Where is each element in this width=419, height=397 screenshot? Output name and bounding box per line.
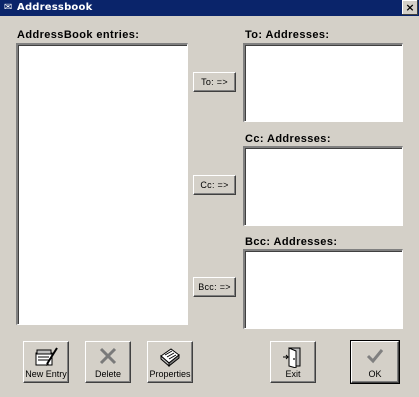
add-bcc-button[interactable]: Bcc: => [193, 277, 236, 297]
delete-button[interactable]: Delete [85, 341, 131, 383]
checkmark-icon [366, 349, 384, 364]
new-entry-label: New Entry [25, 369, 67, 379]
exit-button[interactable]: Exit [270, 341, 316, 383]
delete-label: Delete [94, 369, 121, 379]
addressbook-entries-list[interactable] [16, 43, 188, 325]
new-entry-button[interactable]: New Entry [23, 341, 69, 383]
properties-button[interactable]: Properties [147, 341, 193, 383]
close-button[interactable]: × [402, 0, 418, 15]
cc-addresses-list[interactable] [243, 146, 403, 226]
ok-button[interactable]: OK [350, 340, 400, 384]
exit-door-icon [283, 347, 301, 368]
properties-icon [160, 348, 180, 368]
properties-label: Properties [149, 369, 191, 379]
delete-x-icon [99, 347, 117, 365]
window-title: Addressbook [17, 2, 93, 13]
ok-label: OK [368, 369, 382, 379]
to-addresses-label: To: Addresses: [245, 29, 330, 41]
add-cc-button[interactable]: Cc: => [193, 175, 236, 195]
bcc-addresses-list[interactable] [243, 249, 403, 329]
exit-label: Exit [285, 369, 301, 379]
entries-label: AddressBook entries: [17, 29, 140, 41]
add-to-button[interactable]: To: => [193, 72, 236, 92]
cc-addresses-label: Cc: Addresses: [245, 133, 331, 145]
to-addresses-list[interactable] [243, 43, 403, 122]
new-entry-icon [35, 347, 58, 366]
bcc-addresses-label: Bcc: Addresses: [245, 236, 338, 248]
title-bar: ✉ Addressbook × [0, 0, 419, 16]
window-app-icon[interactable]: ✉ [4, 1, 16, 14]
